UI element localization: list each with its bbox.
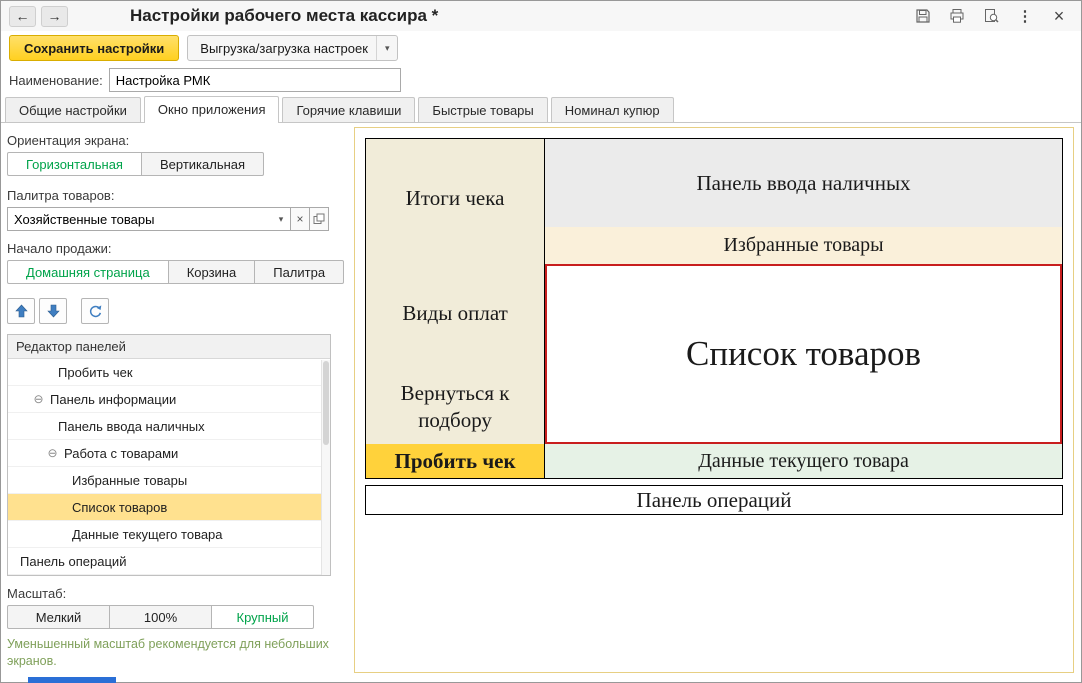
- save-icon[interactable]: [913, 6, 933, 26]
- arrow-down-icon: [47, 304, 60, 318]
- name-input[interactable]: [109, 68, 401, 92]
- palette-field: ▾: [7, 207, 291, 231]
- scale-100-button[interactable]: 100%: [109, 605, 212, 629]
- preview-icon[interactable]: [981, 6, 1001, 26]
- open-form-icon[interactable]: [309, 207, 329, 231]
- tree-item-favorites[interactable]: Избранные товары: [8, 467, 330, 494]
- panel-editor-tree: Редактор панелей Пробить чек ⊖ Панель ин…: [7, 334, 331, 576]
- tab-general-settings[interactable]: Общие настройки: [5, 97, 141, 122]
- preview-main-block: Итоги чека Виды оплат Вернуться к подбор…: [365, 138, 1063, 479]
- close-glyph: ×: [1054, 6, 1065, 27]
- forward-button[interactable]: →: [41, 6, 68, 27]
- preview-product-list-selected[interactable]: Список товаров: [545, 264, 1062, 444]
- orientation-horizontal-button[interactable]: Горизонтальная: [7, 152, 142, 176]
- orientation-label: Ориентация экрана:: [7, 133, 344, 148]
- tree-item-label: Панель информации: [50, 392, 176, 407]
- move-down-button[interactable]: [39, 298, 67, 324]
- preview-favorite-products[interactable]: Избранные товары: [545, 227, 1062, 264]
- export-import-settings-button[interactable]: Выгрузка/загрузка настроек ▾: [187, 35, 398, 61]
- tree-item-products-work[interactable]: ⊖ Работа с товарами: [8, 440, 330, 467]
- back-arrow-icon: ←: [16, 8, 30, 24]
- collapse-icon[interactable]: ⊖: [46, 446, 59, 460]
- orientation-switch: Горизонтальная Вертикальная: [7, 152, 264, 176]
- tree-item-label: Данные текущего товара: [72, 527, 223, 542]
- more-icon[interactable]: ⋮: [1015, 6, 1035, 26]
- command-bar: Сохранить настройки Выгрузка/загрузка на…: [1, 31, 1081, 65]
- collapse-icon[interactable]: ⊖: [32, 392, 45, 406]
- tab-quick-products[interactable]: Быстрые товары: [418, 97, 547, 122]
- tree-scrollbar-thumb[interactable]: [323, 361, 329, 445]
- tab-denominations[interactable]: Номинал купюр: [551, 97, 674, 122]
- tab-app-window[interactable]: Окно приложения: [144, 96, 280, 123]
- tree-item-label: Работа с товарами: [64, 446, 178, 461]
- dropdown-arrow-icon[interactable]: ▾: [272, 208, 290, 230]
- name-row: Наименование:: [1, 65, 1081, 95]
- clear-icon[interactable]: ×: [290, 207, 310, 231]
- start-home-page-button[interactable]: Домашняя страница: [7, 260, 169, 284]
- start-sale-switch: Домашняя страница Корзина Палитра: [7, 260, 344, 284]
- scale-small-button[interactable]: Мелкий: [7, 605, 110, 629]
- name-field-label: Наименование:: [9, 73, 103, 88]
- tree-item-label: Избранные товары: [72, 473, 187, 488]
- tab-hotkeys[interactable]: Горячие клавиши: [282, 97, 415, 122]
- more-glyph: ⋮: [1018, 7, 1033, 25]
- tree-item-cash-input[interactable]: Панель ввода наличных: [8, 413, 330, 440]
- move-up-button[interactable]: [7, 298, 35, 324]
- scale-note: Уменьшенный масштаб рекомендуется для не…: [7, 636, 333, 670]
- content-area: Ориентация экрана: Горизонтальная Вертик…: [1, 123, 1081, 682]
- scale-label: Масштаб:: [7, 586, 344, 601]
- preview-current-product-data[interactable]: Данные текущего товара: [545, 444, 1062, 478]
- refresh-icon: [88, 304, 103, 319]
- scale-switch: Мелкий 100% Крупный: [7, 605, 314, 629]
- close-icon[interactable]: ×: [1049, 6, 1069, 26]
- tree-header: Редактор панелей: [8, 335, 330, 359]
- tab-bar: Общие настройки Окно приложения Горячие …: [1, 95, 1081, 123]
- tree-item-info-panel[interactable]: ⊖ Панель информации: [8, 386, 330, 413]
- palette-input[interactable]: [8, 208, 272, 230]
- settings-panel: Ориентация экрана: Горизонтальная Вертик…: [1, 123, 350, 682]
- tree-item-product-list[interactable]: Список товаров: [8, 494, 330, 521]
- preview-receipt-totals[interactable]: Итоги чека: [366, 139, 544, 257]
- tree-item-receipt[interactable]: Пробить чек: [8, 359, 330, 386]
- tree-item-label: Панель ввода наличных: [58, 419, 205, 434]
- app-window: ← → Настройки рабочего места кассира * ⋮…: [0, 0, 1082, 683]
- tree-item-label: Список товаров: [72, 500, 167, 515]
- tree-toolbar: [7, 298, 344, 324]
- scale-large-button[interactable]: Крупный: [211, 605, 314, 629]
- preview-commit-receipt[interactable]: Пробить чек: [366, 444, 544, 478]
- tree-item-current-product[interactable]: Данные текущего товара: [8, 521, 330, 548]
- preview-operations-panel[interactable]: Панель операций: [365, 485, 1063, 515]
- start-sale-label: Начало продажи:: [7, 241, 344, 256]
- tree-item-operations[interactable]: Панель операций: [8, 548, 330, 575]
- tree-item-label: Пробить чек: [58, 365, 133, 380]
- layout-preview: Итоги чека Виды оплат Вернуться к подбор…: [350, 123, 1081, 682]
- chevron-down-icon[interactable]: ▾: [376, 36, 398, 60]
- palette-combo: ▾ ×: [7, 207, 329, 231]
- back-button[interactable]: ←: [9, 6, 36, 27]
- page-title: Настройки рабочего места кассира *: [130, 6, 438, 26]
- save-settings-button[interactable]: Сохранить настройки: [9, 35, 179, 61]
- preview-cash-input-panel[interactable]: Панель ввода наличных: [545, 139, 1062, 227]
- preview-back-to-selection[interactable]: Вернуться к подбору: [366, 369, 544, 444]
- tree-scrollbar[interactable]: [321, 360, 330, 575]
- preview-frame: Итоги чека Виды оплат Вернуться к подбор…: [354, 127, 1074, 673]
- arrow-up-icon: [15, 304, 28, 318]
- preview-payment-types[interactable]: Виды оплат: [366, 257, 544, 369]
- start-palette-button[interactable]: Палитра: [254, 260, 344, 284]
- start-cart-button[interactable]: Корзина: [168, 260, 256, 284]
- export-button-label: Выгрузка/загрузка настроек: [200, 41, 368, 56]
- titlebar: ← → Настройки рабочего места кассира * ⋮…: [1, 1, 1081, 31]
- print-icon[interactable]: [947, 6, 967, 26]
- titlebar-icons: ⋮ ×: [913, 6, 1069, 26]
- preview-left-column: Итоги чека Виды оплат Вернуться к подбор…: [366, 139, 545, 478]
- palette-label: Палитра товаров:: [7, 188, 344, 203]
- preview-right-column: Панель ввода наличных Избранные товары С…: [545, 139, 1062, 478]
- orientation-vertical-button[interactable]: Вертикальная: [141, 152, 264, 176]
- taskbar-fragment: [28, 677, 116, 683]
- reset-layout-button[interactable]: [81, 298, 109, 324]
- tree-item-label: Панель операций: [20, 554, 126, 569]
- forward-arrow-icon: →: [48, 8, 62, 24]
